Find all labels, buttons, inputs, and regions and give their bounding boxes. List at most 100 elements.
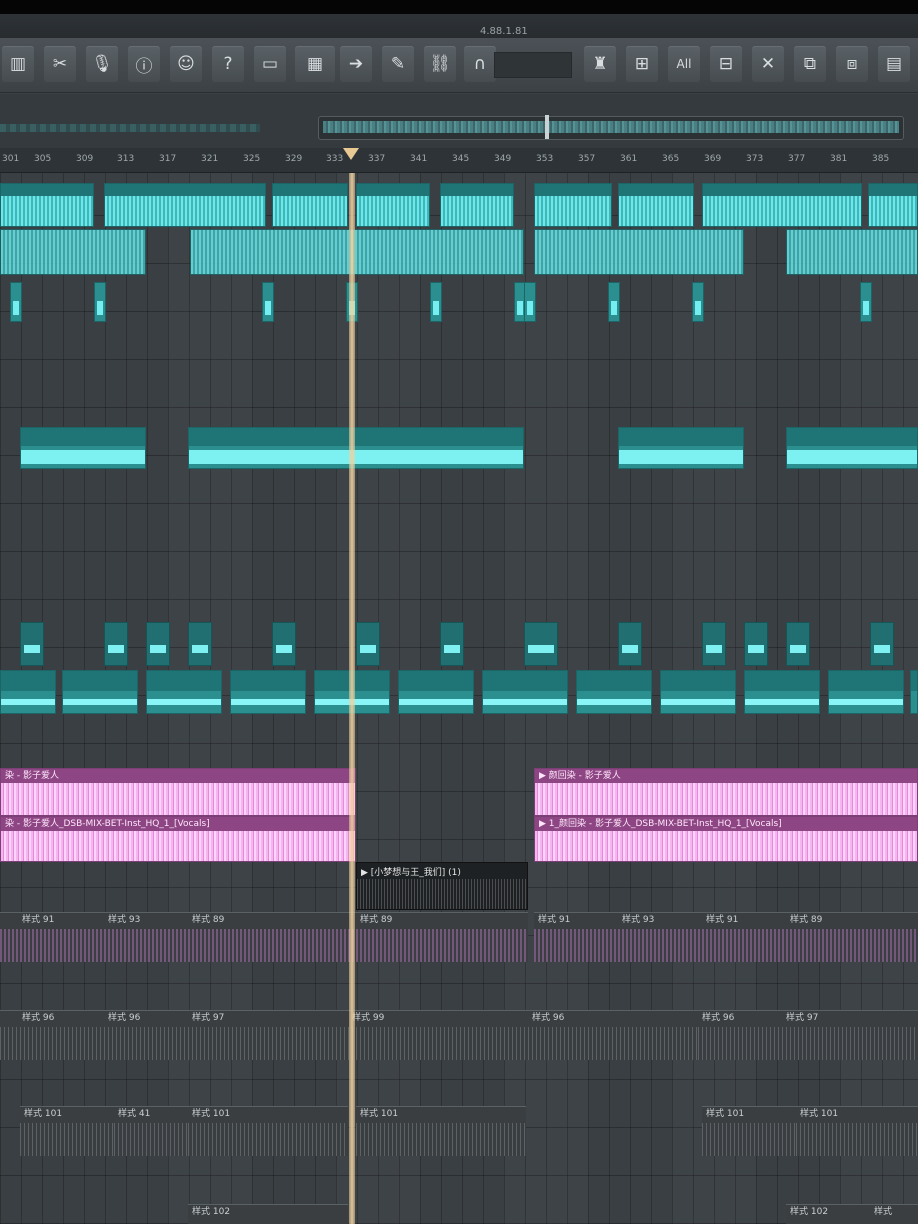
pattern-clip[interactable]: 样式 89 bbox=[356, 912, 528, 962]
pattern-clip[interactable]: 样式 101 bbox=[188, 1106, 348, 1156]
pattern-clip[interactable]: 样式 91 bbox=[534, 912, 618, 962]
bass-clip[interactable] bbox=[146, 670, 222, 714]
pattern-clip[interactable] bbox=[534, 183, 612, 227]
help-icon[interactable]: ? bbox=[212, 46, 244, 82]
hit-clip[interactable] bbox=[262, 282, 274, 322]
pattern-clip[interactable] bbox=[702, 183, 862, 227]
pattern-clip[interactable] bbox=[618, 183, 694, 227]
fx-clip[interactable] bbox=[618, 622, 642, 666]
pattern-clip[interactable]: 样式 89 bbox=[188, 912, 356, 962]
fx-clip[interactable] bbox=[440, 622, 464, 666]
pattern-clip[interactable]: 样式 96 bbox=[698, 1010, 782, 1060]
pattern-clip[interactable]: 样式 97 bbox=[782, 1010, 918, 1060]
audio-clip-dark[interactable]: ▶ [小梦想与王_我们] (1) bbox=[356, 862, 528, 910]
hit-clip[interactable] bbox=[94, 282, 106, 322]
audio-clip[interactable] bbox=[188, 427, 524, 469]
pattern-clip[interactable] bbox=[190, 229, 524, 275]
bass-clip[interactable] bbox=[744, 670, 820, 714]
bass-clip[interactable] bbox=[482, 670, 568, 714]
fx-clip[interactable] bbox=[104, 622, 128, 666]
magnet-icon[interactable]: ∩ bbox=[464, 46, 496, 82]
fx-clip[interactable] bbox=[146, 622, 170, 666]
select-icon[interactable]: ⊟ bbox=[710, 46, 742, 82]
copy-icon[interactable]: ⧈ bbox=[836, 46, 868, 82]
timeline-ruler[interactable]: 301 305 309 313 317 321 325 329 333 337 … bbox=[0, 148, 918, 173]
pattern-clip[interactable]: 样式 102 bbox=[188, 1204, 348, 1224]
pattern-clip[interactable] bbox=[0, 229, 146, 275]
scissors-icon[interactable]: ✂ bbox=[44, 46, 76, 82]
bass-clip[interactable] bbox=[660, 670, 736, 714]
vocal-clip[interactable]: ▶ 1_颜回染 - 影子爱人_DSB-MIX-BET-Inst_HQ_1_[Vo… bbox=[534, 816, 918, 862]
fx-clip[interactable] bbox=[786, 622, 810, 666]
hit-clip[interactable] bbox=[430, 282, 442, 322]
fx-clip[interactable] bbox=[188, 622, 212, 666]
pattern-clip[interactable]: 样式 101 bbox=[702, 1106, 796, 1156]
playhead-line[interactable] bbox=[349, 173, 355, 1224]
paste-icon[interactable]: ⧉ bbox=[794, 46, 826, 82]
fx-clip[interactable] bbox=[744, 622, 768, 666]
bass-clip[interactable] bbox=[828, 670, 904, 714]
audio-clip[interactable] bbox=[786, 427, 918, 469]
microphone-icon[interactable]: 🎙 bbox=[86, 46, 118, 82]
fx-clip[interactable] bbox=[272, 622, 296, 666]
stamp-icon[interactable]: ♜ bbox=[584, 46, 616, 82]
bass-clip[interactable] bbox=[576, 670, 652, 714]
snap-select[interactable] bbox=[494, 52, 572, 78]
bass-clip[interactable] bbox=[0, 670, 56, 714]
pattern-clip[interactable]: 样式 97 bbox=[188, 1010, 348, 1060]
pattern-clip[interactable]: 样式 99 bbox=[348, 1010, 528, 1060]
pattern-clip[interactable] bbox=[272, 183, 348, 227]
horizontal-scrollbar[interactable] bbox=[318, 115, 904, 140]
pattern-clip[interactable] bbox=[440, 183, 514, 227]
scrollbar-thumb[interactable] bbox=[323, 121, 899, 133]
pattern-clip[interactable]: 样式 96 bbox=[0, 1010, 104, 1060]
info-icon[interactable]: ⓘ bbox=[128, 46, 160, 82]
audio-clip[interactable] bbox=[618, 427, 744, 469]
pattern-clip[interactable]: 样式 91 bbox=[0, 912, 104, 962]
hit-clip[interactable] bbox=[692, 282, 704, 322]
arrow-right-icon[interactable]: ➔ bbox=[340, 46, 372, 82]
pattern-clip[interactable]: 样式 101 bbox=[796, 1106, 918, 1156]
pattern-clip[interactable]: 样式 101 bbox=[356, 1106, 526, 1156]
window-icon[interactable]: ▭ bbox=[254, 46, 286, 82]
fx-clip[interactable] bbox=[702, 622, 726, 666]
playhead-marker-icon[interactable] bbox=[343, 148, 359, 160]
pattern-clip[interactable] bbox=[534, 229, 744, 275]
bass-clip[interactable] bbox=[230, 670, 306, 714]
audio-clip[interactable] bbox=[20, 427, 146, 469]
feedback-icon[interactable]: ☺ bbox=[170, 46, 202, 82]
pattern-clip[interactable] bbox=[786, 229, 918, 275]
close-icon[interactable]: ✕ bbox=[752, 46, 784, 82]
fx-clip[interactable] bbox=[870, 622, 894, 666]
fx-clip[interactable] bbox=[20, 622, 44, 666]
pattern-clip[interactable] bbox=[868, 183, 918, 227]
pattern-clip[interactable]: 样式 101 bbox=[20, 1106, 114, 1156]
pattern-clip[interactable]: 样式 96 bbox=[104, 1010, 188, 1060]
bass-clip[interactable] bbox=[62, 670, 138, 714]
vocal-clip[interactable]: 染 - 影子爱人_DSB-MIX-BET-Inst_HQ_1_[Vocals] bbox=[0, 816, 356, 862]
pattern-clip[interactable]: 样式 102 bbox=[786, 1204, 870, 1224]
hit-clip[interactable] bbox=[608, 282, 620, 322]
pattern-clip[interactable] bbox=[356, 183, 430, 227]
pattern-clip[interactable] bbox=[0, 183, 94, 227]
pattern-clip[interactable]: 样式 89 bbox=[786, 912, 918, 962]
hit-clip[interactable] bbox=[860, 282, 872, 322]
pattern-clip[interactable]: 样式 bbox=[870, 1204, 918, 1224]
quantize-icon[interactable]: ⊞ bbox=[626, 46, 658, 82]
pencil-icon[interactable]: ✎ bbox=[382, 46, 414, 82]
all-icon[interactable]: All bbox=[668, 46, 700, 82]
pattern-clip[interactable]: 样式 93 bbox=[618, 912, 702, 962]
fx-clip[interactable] bbox=[356, 622, 380, 666]
pattern-clip[interactable]: 样式 96 bbox=[528, 1010, 698, 1060]
fx-clip[interactable] bbox=[524, 622, 558, 666]
link-icon[interactable]: ⛓ bbox=[424, 46, 456, 82]
vocal-clip[interactable]: 染 - 影子爱人 bbox=[0, 768, 356, 816]
grid-icon[interactable]: ▤ bbox=[878, 46, 910, 82]
hit-clip[interactable] bbox=[524, 282, 536, 322]
bass-clip[interactable] bbox=[910, 670, 918, 714]
hit-clip[interactable] bbox=[10, 282, 22, 322]
pattern-clip[interactable] bbox=[104, 183, 266, 227]
pattern-clip[interactable]: 样式 91 bbox=[702, 912, 786, 962]
piano-icon[interactable]: ▦ bbox=[295, 46, 335, 82]
pattern-clip[interactable]: 样式 93 bbox=[104, 912, 188, 962]
